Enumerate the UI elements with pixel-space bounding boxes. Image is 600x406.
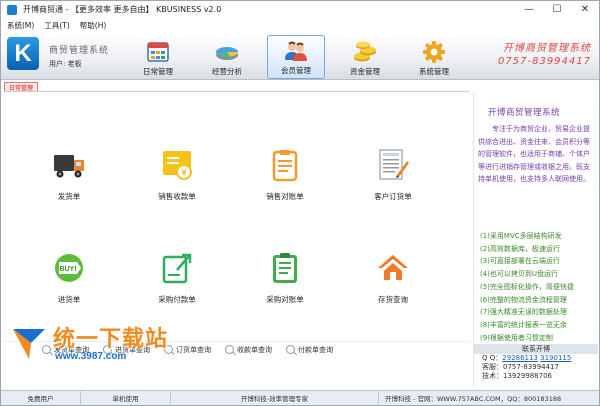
coins-icon bbox=[354, 41, 376, 62]
contact-qq: Q Q：29286113 3190115 bbox=[474, 354, 598, 363]
watermark-logo-icon bbox=[13, 329, 45, 359]
brand-phone: 0757-83994417 bbox=[498, 56, 591, 67]
menu-tools[interactable]: 工具(T) bbox=[44, 20, 69, 31]
edit-export-icon bbox=[162, 253, 192, 284]
minimize-button[interactable]: — bbox=[515, 1, 543, 18]
tab-daily-management[interactable]: 日常管理 bbox=[4, 82, 39, 92]
qq-label: Q Q： bbox=[482, 354, 503, 362]
feature-list: (1)采用MVC多层结构研发 (2)高效数据库，极速运行 (3)可直接部署在云端… bbox=[480, 230, 596, 344]
system-name: 商贸管理系统 bbox=[49, 46, 110, 56]
nav-label: 资金管理 bbox=[350, 67, 380, 76]
watermark-brand: 统一下载站 bbox=[53, 327, 169, 352]
link-label: 收款单查询 bbox=[237, 345, 272, 354]
info-panel: 开博商贸管理系统 专注于为商贸企业、贸易企业提供综合进出、资金往来、会员积分等的… bbox=[473, 91, 598, 387]
gear-icon bbox=[423, 41, 445, 63]
search-icon bbox=[286, 345, 295, 354]
nav-label: 系统管理 bbox=[419, 67, 449, 76]
tile-label: 进货单 bbox=[57, 295, 81, 304]
status-slogan: 开博科技-效率管理专家 bbox=[171, 390, 379, 406]
tile-label: 存货查询 bbox=[378, 295, 408, 304]
status-bar: 免费用户 单机使用 开博科技-效率管理专家 开博科技 - 官网：WWW.757A… bbox=[1, 390, 599, 406]
header-band: K 商贸管理系统 用户: 老板 日常管理 经营分析 会员管理 资金管理 系统管理… bbox=[1, 32, 599, 80]
nav-fund-management[interactable]: 资金管理 bbox=[336, 35, 394, 79]
title-bar: 开博商贸通 - 【更多效率 更多自由】 KBUSINESS v2.0 — ☐ ✕ bbox=[1, 1, 599, 18]
tile-label: 客户订货单 bbox=[374, 192, 412, 201]
svg-text:¥: ¥ bbox=[181, 169, 187, 179]
home-stock-icon bbox=[378, 255, 408, 280]
panel-title: 开博商贸管理系统 bbox=[488, 108, 561, 118]
panel-description: 专注于为商贸企业、贸易企业提供综合进出、资金往来、会员积分等的管理软件，也适用于… bbox=[478, 125, 590, 183]
pie-chart-icon bbox=[216, 47, 238, 60]
feature-item: (6)完整的物流资金流程管理 bbox=[480, 295, 567, 304]
qq-link-1[interactable]: 29286113 bbox=[502, 354, 538, 362]
feature-item: (7)强大精准无误的数据处理 bbox=[480, 308, 567, 317]
tile-purchase-statement[interactable]: 采购对账单 bbox=[240, 250, 330, 320]
tile-label: 采购付款单 bbox=[158, 295, 196, 304]
status-mode: 单机使用 bbox=[81, 390, 171, 406]
window-controls: — ☐ ✕ bbox=[515, 1, 599, 18]
tile-label: 发货单 bbox=[57, 192, 81, 201]
tile-purchase-order[interactable]: BUY! 进货单 bbox=[24, 250, 114, 320]
checklist-icon bbox=[273, 253, 297, 283]
tab-strip: 日常管理 bbox=[1, 81, 599, 92]
yen-receipt-icon: ¥ bbox=[163, 151, 192, 180]
current-user: 用户: 老板 bbox=[49, 60, 82, 68]
buy-tag-icon: BUY! bbox=[55, 254, 83, 282]
svg-text:BUY!: BUY! bbox=[59, 266, 76, 273]
tile-label: 采购对账单 bbox=[266, 295, 304, 304]
delivery-truck-icon bbox=[54, 155, 84, 178]
app-window: 开博商贸通 - 【更多效率 更多自由】 KBUSINESS v2.0 — ☐ ✕… bbox=[0, 0, 600, 406]
nav-member-management[interactable]: 会员管理 bbox=[267, 35, 325, 79]
contact-service: 客服：0757-83994417 bbox=[482, 363, 559, 371]
status-website: 开博科技 - 官网：WWW.757ABC.COM，QQ：800183188 bbox=[385, 395, 562, 403]
contact-tech: 技术：13929988706 bbox=[482, 372, 552, 380]
tile-stock-query[interactable]: 存货查询 bbox=[348, 250, 438, 320]
feature-item: (5)完全图标化操作，简便快捷 bbox=[480, 282, 574, 291]
feature-item: (3)可直接部署在云端运行 bbox=[480, 257, 560, 266]
nav-label: 日常管理 bbox=[143, 67, 173, 76]
app-icon bbox=[7, 4, 17, 15]
tile-purchase-payment[interactable]: 采购付款单 bbox=[132, 250, 222, 320]
tile-label: 销售收款单 bbox=[158, 192, 196, 201]
feature-item: (9)根据使用者习惯定制 bbox=[480, 333, 553, 342]
search-payment-link[interactable]: 付款单查询 bbox=[286, 345, 333, 355]
close-button[interactable]: ✕ bbox=[571, 1, 599, 18]
window-title: 开博商贸通 - 【更多效率 更多自由】 KBUSINESS v2.0 bbox=[23, 5, 222, 14]
feature-item: (1)采用MVC多层结构研发 bbox=[480, 232, 562, 240]
nav-daily-management[interactable]: 日常管理 bbox=[129, 35, 187, 79]
qq-link-2[interactable]: 3190115 bbox=[540, 354, 571, 362]
tile-delivery-order[interactable]: 发货单 bbox=[24, 147, 114, 217]
menu-help[interactable]: 帮助(H) bbox=[80, 20, 107, 31]
contact-title: 联系开博 bbox=[474, 344, 598, 354]
feature-item: (2)高效数据库，极速运行 bbox=[480, 244, 560, 253]
tile-customer-order[interactable]: 客户订货单 bbox=[348, 147, 438, 217]
nav-business-analysis[interactable]: 经营分析 bbox=[198, 35, 256, 79]
calendar-grid-icon bbox=[147, 42, 169, 62]
app-logo: K bbox=[7, 37, 39, 70]
link-label: 付款单查询 bbox=[298, 345, 333, 354]
brand-name: 开博商贸管理系统 bbox=[503, 43, 591, 54]
clipboard-icon bbox=[272, 150, 298, 182]
members-icon bbox=[285, 41, 307, 61]
maximize-button[interactable]: ☐ bbox=[543, 1, 571, 18]
menu-bar: 系统(M) 工具(T) 帮助(H) bbox=[1, 18, 599, 32]
feature-item: (8)丰富的统计报表一览无余 bbox=[480, 320, 567, 329]
status-license: 免费用户 bbox=[1, 390, 81, 406]
contact-box: 联系开博 Q Q：29286113 3190115 客服：0757-839944… bbox=[474, 344, 598, 387]
nav-system-management[interactable]: 系统管理 bbox=[405, 35, 463, 79]
nav-label: 会员管理 bbox=[281, 66, 311, 75]
tile-sales-receipt[interactable]: ¥ 销售收款单 bbox=[132, 147, 222, 217]
order-document-icon bbox=[379, 149, 409, 180]
main-nav: 日常管理 经营分析 会员管理 资金管理 系统管理 bbox=[129, 35, 474, 79]
watermark-url: www.3987.com bbox=[55, 351, 127, 362]
tile-label: 销售对账单 bbox=[266, 192, 304, 201]
tile-sales-statement[interactable]: 销售对账单 bbox=[240, 147, 330, 217]
nav-label: 经营分析 bbox=[212, 67, 242, 76]
menu-system[interactable]: 系统(M) bbox=[7, 20, 34, 31]
feature-item: (4)也可以拷贝到U盘运行 bbox=[480, 270, 559, 279]
site-watermark: 统一下载站 www.3987.com bbox=[3, 321, 233, 369]
